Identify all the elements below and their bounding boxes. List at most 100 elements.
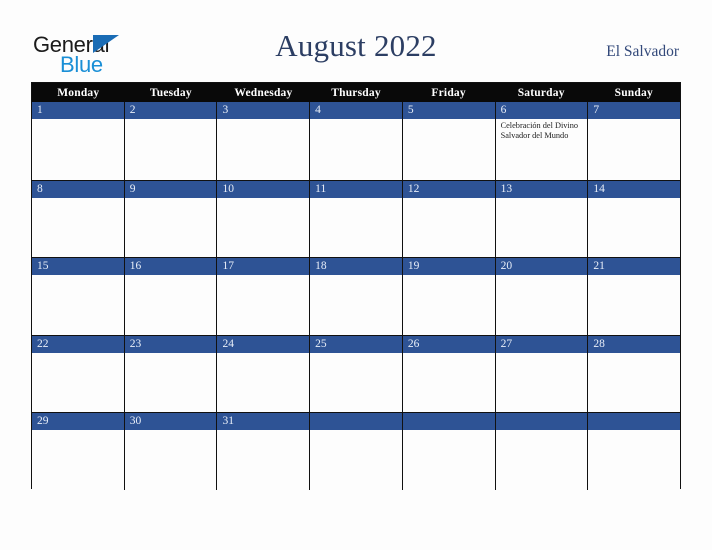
day-number: 20 [495,258,588,276]
day-cell-body [403,198,495,258]
day-cell-18[interactable]: 18 [309,258,402,335]
day-cell-11[interactable]: 11 [309,180,402,258]
day-cell-body [32,353,124,413]
day-cell-31[interactable]: 31 [216,413,310,490]
day-number: 28 [588,335,681,353]
day-cell-26[interactable]: 26 [401,335,495,413]
day-cell-2[interactable]: 2 [123,102,217,180]
day-cell-body [32,430,124,490]
day-cell-body [217,275,309,335]
day-cell-1[interactable]: 1 [32,102,124,180]
day-cell-body [403,119,495,180]
day-number: 16 [124,258,217,276]
holiday-event: Celebración del Divino Salvador del Mund… [500,121,579,141]
day-cell-24[interactable]: 24 [216,335,310,413]
page-title: August 2022 [275,28,437,63]
calendar-grid: Monday Tuesday Wednesday Thursday Friday Satu… [31,82,681,490]
weekday-header-row: Monday Tuesday Wednesday Thursday Friday Satu… [32,83,680,102]
day-cell-body [217,353,309,413]
day-cell-20[interactable]: 20 [494,258,588,335]
day-cell-body [588,353,680,413]
day-cell-body [32,198,124,258]
day-cell-29[interactable]: 29 [32,413,124,490]
day-number: 10 [217,180,310,198]
day-cell-3[interactable]: 3 [216,102,310,180]
day-cell-27[interactable]: 27 [494,335,588,413]
calendar-week-row: 1 2 3 4 5 6 Celebración del Divino Salvador de… [32,102,681,180]
day-cell-30[interactable]: 30 [123,413,217,490]
day-cell-body [496,275,588,335]
day-cell-15[interactable]: 15 [32,258,124,335]
day-cell-14[interactable]: 14 [587,180,681,258]
day-cell-empty[interactable] [587,413,681,490]
day-cell-10[interactable]: 10 [216,180,310,258]
day-cell-4[interactable]: 4 [309,102,402,180]
day-number [402,413,495,431]
day-number: 4 [310,102,402,119]
day-cell-6[interactable]: 6 Celebración del Divino Salvador del Mun… [494,102,588,180]
day-cell-12[interactable]: 12 [401,180,495,258]
day-cell-21[interactable]: 21 [587,258,681,335]
weekday-header-saturday: Saturday [517,86,565,99]
day-cell-body [310,119,402,180]
day-number: 31 [217,413,310,431]
day-number: 7 [588,102,681,119]
day-cell-7[interactable]: 7 [587,102,681,180]
day-cell-17[interactable]: 17 [216,258,310,335]
day-cell-empty[interactable] [401,413,495,490]
day-cell-22[interactable]: 22 [32,335,124,413]
day-cell-9[interactable]: 9 [123,180,217,258]
day-number: 25 [310,335,402,353]
day-number: 23 [124,335,217,353]
day-number: 30 [124,413,217,431]
day-cell-body [217,430,309,490]
day-number: 29 [32,413,124,431]
day-cell-body [496,353,588,413]
day-number: 19 [402,258,495,276]
day-cell-body [125,353,217,413]
day-cell-23[interactable]: 23 [123,335,217,413]
day-number: 27 [495,335,588,353]
day-number: 12 [402,180,495,198]
day-number: 1 [32,102,124,119]
day-cell-16[interactable]: 16 [123,258,217,335]
day-cell-body [496,430,588,490]
day-cell-body [217,119,309,180]
day-number: 8 [32,180,124,198]
calendar-weeks: 1 2 3 4 5 6 Celebración del Divino Salvador de… [32,102,681,490]
day-number: 24 [217,335,310,353]
day-cell-8[interactable]: 8 [32,180,124,258]
day-cell-body [310,275,402,335]
weekday-header-wednesday: Wednesday [234,86,293,99]
calendar-week-row: 8 9 10 11 12 13 14 [32,179,681,258]
day-cell-body [496,198,588,258]
day-number: 2 [124,102,217,119]
day-cell-19[interactable]: 19 [401,258,495,335]
calendar-week-row: 29 30 31 [32,412,681,490]
day-cell-25[interactable]: 25 [309,335,402,413]
day-number [588,413,681,431]
day-number: 21 [588,258,681,276]
day-cell-body [125,275,217,335]
day-cell-body [310,353,402,413]
day-cell-empty[interactable] [494,413,588,490]
day-cell-5[interactable]: 5 [401,102,495,180]
day-cell-body [403,430,495,490]
day-cell-body [588,119,680,180]
page-header: General Blue August 2022 El Salvador [0,0,712,82]
weekday-header-tuesday: Tuesday [149,86,192,99]
day-cell-empty[interactable] [309,413,402,490]
day-cell-body [310,430,402,490]
weekday-header-sunday: Sunday [614,86,653,99]
day-number: 6 [495,102,588,119]
day-number [310,413,402,431]
day-number: 26 [402,335,495,353]
weekday-header-monday: Monday [57,86,100,99]
day-cell-body [588,198,680,258]
day-cell-28[interactable]: 28 [587,335,681,413]
day-cell-body [125,119,217,180]
day-cell-13[interactable]: 13 [494,180,588,258]
country-label: El Salvador [606,43,679,60]
day-number: 22 [32,335,124,353]
day-number: 11 [310,180,402,198]
